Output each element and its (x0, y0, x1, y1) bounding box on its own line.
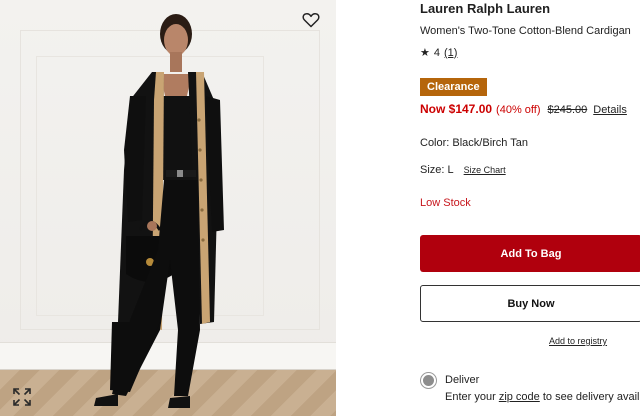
add-to-bag-button[interactable]: Add To Bag (420, 235, 640, 272)
star-icon: ★ (420, 47, 430, 59)
price-row: Now $147.00 (40% off) $245.00 Details (420, 102, 627, 116)
product-title: Women's Two-Tone Cotton-Blend Cardigan (420, 25, 631, 37)
delivery-note-prefix: Enter your (445, 391, 496, 403)
rating-value: 4 (433, 46, 440, 59)
brand-name[interactable]: Lauren Ralph Lauren (420, 1, 550, 16)
heart-icon (302, 13, 320, 28)
deliver-label: Deliver (445, 374, 480, 386)
review-count-link[interactable]: (1) (444, 47, 457, 59)
rating: ★ 4 (1) (420, 46, 457, 60)
model-figure (94, 14, 224, 408)
add-to-registry-link[interactable]: Add to registry (549, 336, 607, 346)
product-image[interactable] (0, 0, 336, 416)
sale-price: Now $147.00 (420, 102, 493, 116)
product-info-panel: Lauren Ralph Lauren Women's Two-Tone Cot… (420, 0, 640, 416)
expand-image-button[interactable] (12, 387, 32, 407)
selected-color: Color: Black/Birch Tan (420, 137, 529, 149)
delivery-note-suffix: to see delivery availab (542, 391, 640, 403)
selected-size: Size: L (420, 164, 454, 176)
favorite-button[interactable] (299, 9, 323, 31)
expand-icon (13, 388, 31, 406)
zip-code-link[interactable]: zip code (499, 391, 540, 403)
stock-status: Low Stock (420, 197, 471, 209)
delivery-note: Enter your zip code to see delivery avai… (445, 391, 640, 403)
radio-dot (423, 375, 434, 386)
discount-percent: (40% off) (496, 104, 541, 116)
deliver-radio[interactable] (420, 372, 437, 389)
price-details-link[interactable]: Details (593, 104, 627, 116)
size-chart-link[interactable]: Size Chart (464, 165, 506, 175)
size-row: Size: L Size Chart (420, 164, 506, 176)
buy-now-button[interactable]: Buy Now (420, 285, 640, 322)
original-price: $245.00 (547, 104, 588, 116)
clearance-badge: Clearance (420, 78, 487, 96)
